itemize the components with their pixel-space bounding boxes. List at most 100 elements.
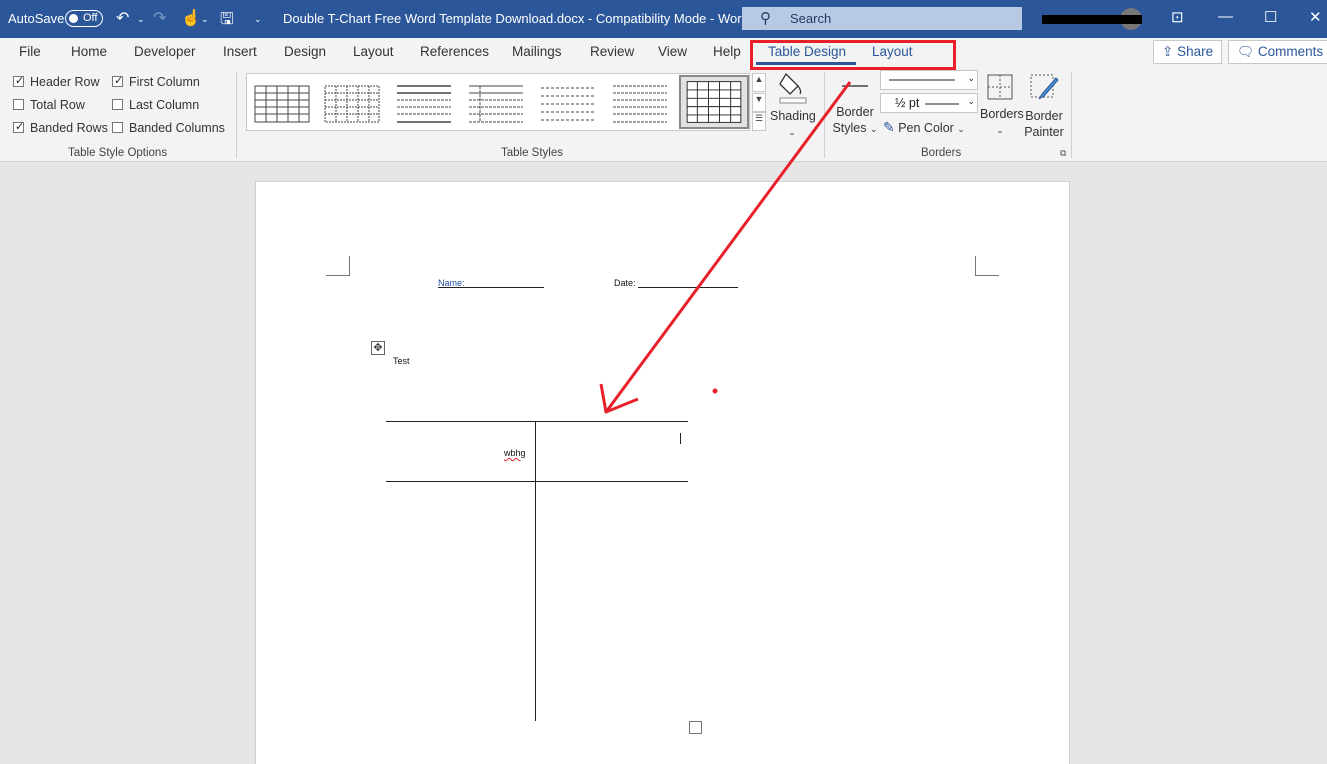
- tab-file[interactable]: File: [19, 44, 41, 59]
- shading-button[interactable]: Shading ⌄: [770, 70, 816, 140]
- annotation-highlight-box: [750, 40, 956, 70]
- touch-dropdown-icon[interactable]: ⌄: [201, 14, 209, 25]
- title-bar: AutoSave Off ↶ ⌄ ↷ ☝ ⌄ 🖫 ⌄ Double T-Char…: [0, 0, 1327, 38]
- cell-text[interactable]: wbhg: [504, 448, 526, 458]
- tab-design[interactable]: Design: [284, 44, 326, 59]
- table-style-thumb[interactable]: [611, 82, 669, 126]
- gallery-more-icon[interactable]: ☰: [752, 112, 766, 131]
- undo-dropdown-icon[interactable]: ⌄: [137, 14, 145, 25]
- checkbox-label: Banded Columns: [129, 121, 225, 135]
- group-label-borders: Borders: [921, 147, 962, 159]
- checkbox-box: [112, 74, 123, 87]
- line-style-dropdown-icon: ⌄: [967, 73, 975, 83]
- header-row-checkbox[interactable]: Header Row: [13, 74, 100, 89]
- table-center-divider: [535, 421, 536, 721]
- save-icon[interactable]: 🖫: [220, 8, 234, 35]
- tab-review[interactable]: Review: [590, 44, 634, 59]
- checkbox-box: [13, 120, 24, 133]
- comments-icon: 🗨: [1237, 44, 1258, 59]
- close-icon[interactable]: ✕: [1309, 8, 1322, 26]
- search-box[interactable]: ⚲ Search: [742, 7, 1022, 30]
- comments-button[interactable]: 🗨 Comments: [1228, 40, 1327, 64]
- pen-color-label: Pen Color: [898, 121, 954, 135]
- banded-rows-checkbox[interactable]: Banded Rows: [13, 120, 108, 135]
- group-separator: [1071, 72, 1072, 158]
- paint-bucket-icon: [779, 72, 807, 104]
- line-weight-value: ½ pt: [895, 96, 920, 110]
- crop-mark: [975, 256, 999, 276]
- document-page[interactable]: Name: Date: ✥ Test wbhg: [255, 181, 1070, 764]
- borders-dropdown-icon: ⌄: [996, 125, 1004, 135]
- redo-icon[interactable]: ↷: [153, 8, 166, 28]
- tab-references[interactable]: References: [420, 44, 489, 59]
- checkbox-label: First Column: [129, 75, 200, 89]
- tab-help[interactable]: Help: [713, 44, 741, 59]
- shading-label: Shading: [770, 109, 816, 123]
- pen-icon: ✎: [883, 119, 895, 135]
- table-style-thumb-selected[interactable]: [679, 75, 749, 129]
- autosave-label: AutoSave: [8, 11, 65, 26]
- comments-label: Comments: [1257, 44, 1324, 59]
- checkbox-box: [13, 99, 24, 110]
- text-cursor: [680, 433, 681, 444]
- border-painter-label-line2: Painter: [1024, 125, 1064, 139]
- tab-developer[interactable]: Developer: [134, 44, 196, 59]
- tab-view[interactable]: View: [658, 44, 687, 59]
- total-row-checkbox[interactable]: Total Row: [13, 98, 85, 112]
- pen-color-button[interactable]: ✎ Pen Color ⌄: [883, 119, 965, 136]
- line-style-preview: [889, 79, 955, 81]
- border-styles-label-line2: Styles: [832, 121, 867, 135]
- table-style-thumb[interactable]: [323, 82, 381, 126]
- gallery-scroll-up-icon[interactable]: ▲: [752, 73, 766, 92]
- touch-mode-icon[interactable]: ☝: [181, 8, 201, 28]
- customize-qat-icon[interactable]: ⌄: [254, 14, 262, 25]
- borders-label: Borders: [980, 107, 1024, 121]
- checkbox-label: Header Row: [30, 75, 100, 89]
- dialog-launcher-icon[interactable]: ⧉: [1060, 148, 1066, 159]
- table-move-handle-icon[interactable]: ✥: [371, 341, 385, 355]
- search-icon: ⚲: [760, 10, 771, 27]
- line-style-select[interactable]: ⌄: [880, 70, 978, 90]
- table-style-thumb[interactable]: [539, 82, 597, 126]
- maximize-icon[interactable]: ☐: [1264, 8, 1277, 26]
- last-column-checkbox[interactable]: Last Column: [112, 98, 199, 112]
- tab-insert[interactable]: Insert: [223, 44, 257, 59]
- table-header-bottom-border: [386, 481, 688, 482]
- border-painter-button[interactable]: Border Painter: [1022, 72, 1066, 140]
- checkbox-label: Last Column: [129, 98, 200, 112]
- date-underline: [638, 287, 738, 288]
- search-placeholder: Search: [790, 11, 832, 26]
- group-label-table-style-options: Table Style Options: [68, 147, 168, 159]
- autosave-toggle[interactable]: Off: [65, 10, 103, 27]
- date-label: Date:: [614, 278, 636, 288]
- ribbon-tabs: File Home Developer Insert Design Layout…: [0, 38, 1327, 66]
- ribbon-display-icon[interactable]: ⊡: [1171, 8, 1184, 26]
- checkbox-box: [112, 122, 123, 133]
- vertical-scrollbar[interactable]: [1320, 162, 1327, 764]
- borders-button[interactable]: Borders ⌄: [980, 72, 1024, 138]
- line-weight-select[interactable]: ½ pt ⌄: [880, 93, 978, 113]
- autosave-state: Off: [83, 12, 98, 24]
- table-resize-handle[interactable]: [689, 721, 702, 734]
- border-styles-dropdown-icon: ⌄: [869, 124, 878, 134]
- undo-icon[interactable]: ↶: [116, 8, 129, 28]
- tab-mailings[interactable]: Mailings: [512, 44, 562, 59]
- group-separator: [824, 72, 825, 158]
- tab-home[interactable]: Home: [71, 44, 107, 59]
- border-styles-button[interactable]: Border Styles ⌄: [832, 76, 878, 137]
- table-style-thumb[interactable]: [253, 82, 311, 126]
- ribbon: Header Row First Column Total Row Last C…: [0, 66, 1327, 162]
- table-style-thumb[interactable]: [395, 82, 453, 126]
- minimize-icon[interactable]: —: [1218, 8, 1233, 25]
- share-button[interactable]: ⇪ Share: [1153, 40, 1223, 64]
- table-style-thumb[interactable]: [467, 82, 525, 126]
- share-label: Share: [1177, 44, 1214, 59]
- tab-layout[interactable]: Layout: [353, 44, 394, 59]
- checkbox-box: [13, 74, 24, 87]
- group-separator: [236, 72, 237, 158]
- gallery-scroll-down-icon[interactable]: ▼: [752, 93, 766, 112]
- test-text: Test: [393, 356, 410, 366]
- banded-columns-checkbox[interactable]: Banded Columns: [112, 121, 225, 135]
- border-painter-label-line1: Border: [1025, 109, 1063, 123]
- first-column-checkbox[interactable]: First Column: [112, 74, 200, 89]
